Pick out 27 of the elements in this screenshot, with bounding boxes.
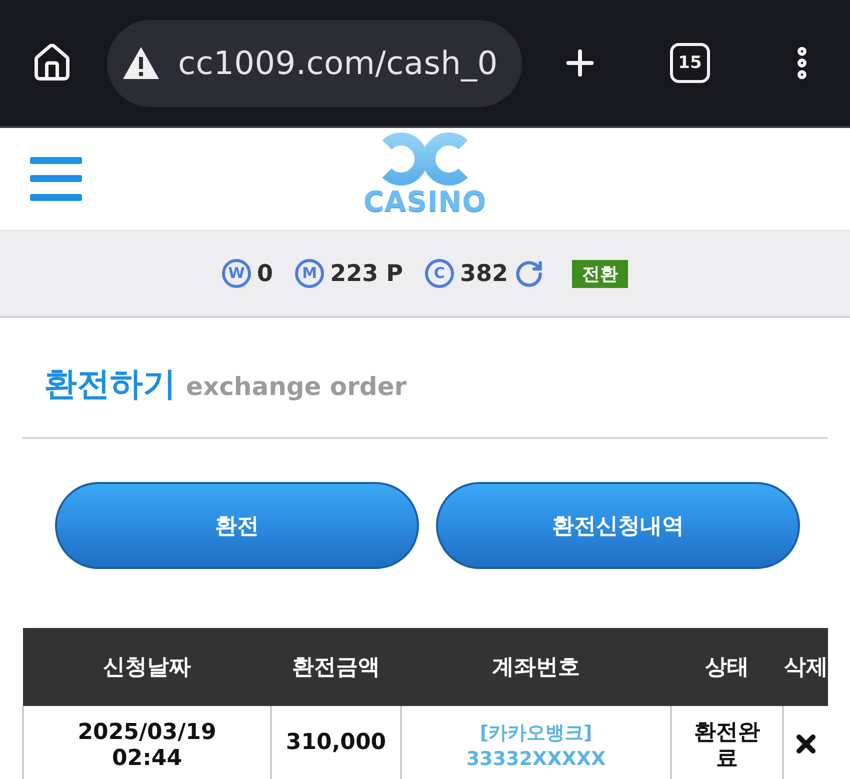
refresh-icon[interactable] [514, 258, 544, 288]
action-button[interactable]: 환전신청내역 [436, 482, 800, 569]
convert-button[interactable]: 전환 [572, 260, 628, 288]
warning-icon [122, 46, 160, 80]
currency-symbol: C [424, 259, 454, 288]
column-header: 계좌번호 [401, 628, 671, 706]
column-header: 신청날짜 [23, 628, 271, 706]
currency-symbol: W [222, 259, 252, 288]
action-button[interactable]: 환전 [55, 482, 419, 569]
address-bar[interactable]: cc1009.com/cash_0 [107, 20, 522, 106]
currency-symbol: M [295, 259, 324, 288]
balance-amount: 223 P [330, 260, 403, 286]
column-header: 환전금액 [271, 628, 401, 706]
delete-icon[interactable] [796, 734, 816, 754]
section-title: 환전하기 [44, 363, 176, 405]
tab-count-button[interactable]: 15 [670, 43, 710, 83]
status-cell: 환전완료 [671, 706, 783, 779]
amount-cell: 310,000 [271, 706, 401, 779]
section-subtitle: exchange order [186, 372, 407, 401]
balance-amount: 382 [460, 260, 508, 286]
column-header: 상태 [671, 628, 783, 706]
column-header: 삭제 [783, 628, 828, 706]
logo-text: CASINO [363, 186, 487, 218]
date-cell: 2025/03/19 02:44 [23, 706, 271, 779]
account-cell: [카카오뱅크] 33332XXXXX [401, 706, 671, 779]
balance-amount: 0 [257, 260, 274, 286]
url-text: cc1009.com/cash_0 [178, 44, 498, 82]
